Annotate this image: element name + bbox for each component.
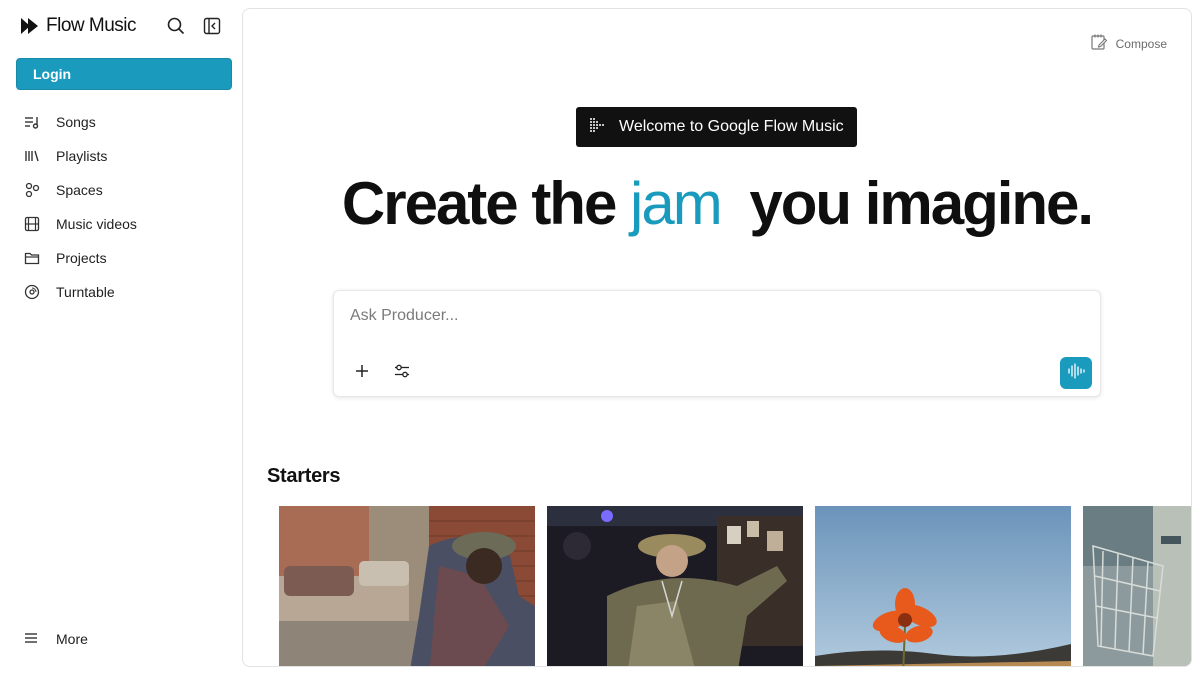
sidebar-item-projects[interactable]: Projects bbox=[24, 241, 234, 275]
sidebar-item-label: Spaces bbox=[56, 182, 103, 198]
flow-music-logo-icon bbox=[20, 17, 40, 35]
starter-card[interactable] bbox=[279, 506, 535, 666]
sidebar-item-songs[interactable]: Songs bbox=[24, 105, 234, 139]
main-panel: Compose Welcome to Google Flow Music Cre… bbox=[242, 8, 1192, 667]
producer-prompt-box bbox=[333, 290, 1101, 397]
sidebar-item-label: Projects bbox=[56, 250, 107, 266]
welcome-label: Welcome to Google Flow Music bbox=[619, 118, 844, 135]
hero-headline: Create the jam you imagine. bbox=[243, 169, 1191, 238]
spaces-icon bbox=[24, 182, 40, 198]
more-menu[interactable]: More bbox=[24, 629, 88, 649]
sidebar-item-label: Music videos bbox=[56, 216, 137, 232]
compose-button[interactable]: Compose bbox=[1090, 33, 1167, 54]
sidebar-item-playlists[interactable]: Playlists bbox=[24, 139, 234, 173]
add-attachment-button[interactable] bbox=[350, 361, 374, 385]
producer-prompt-input[interactable] bbox=[350, 307, 1050, 325]
starter-card[interactable] bbox=[1083, 506, 1191, 666]
starter-photo-cart bbox=[1083, 506, 1191, 666]
sidebar-item-spaces[interactable]: Spaces bbox=[24, 173, 234, 207]
compose-icon bbox=[1090, 33, 1108, 54]
voice-input-button[interactable] bbox=[1060, 357, 1092, 389]
sidebar-item-label: Playlists bbox=[56, 148, 108, 164]
sliders-icon bbox=[394, 363, 410, 384]
welcome-banner[interactable]: Welcome to Google Flow Music bbox=[576, 107, 857, 147]
starters-carousel bbox=[279, 506, 1191, 666]
sidebar-item-music-videos[interactable]: Music videos bbox=[24, 207, 234, 241]
plus-icon bbox=[355, 364, 369, 383]
sidebar-nav: Songs Playlists Spaces Music videos Proj… bbox=[24, 105, 234, 309]
headline-before: Create the bbox=[341, 170, 617, 237]
starter-card[interactable] bbox=[547, 506, 803, 666]
compose-label: Compose bbox=[1115, 36, 1167, 51]
playlists-icon bbox=[24, 148, 40, 164]
more-label: More bbox=[56, 631, 88, 647]
songs-icon bbox=[24, 114, 40, 130]
app-name: Flow Music bbox=[46, 15, 137, 36]
starter-photo-street bbox=[279, 506, 535, 666]
search-icon[interactable] bbox=[166, 16, 186, 36]
sidebar-item-label: Turntable bbox=[56, 284, 115, 300]
sidebar-item-turntable[interactable]: Turntable bbox=[24, 275, 234, 309]
flow-dots-icon bbox=[589, 117, 607, 138]
starter-photo-club bbox=[547, 506, 803, 666]
settings-sliders-button[interactable] bbox=[390, 361, 414, 385]
film-icon bbox=[24, 216, 40, 232]
starter-photo-flower bbox=[815, 506, 1071, 666]
sidebar: Flow Music Login Songs Playlists Spaces bbox=[0, 0, 242, 675]
menu-icon bbox=[24, 631, 38, 647]
headline-accent: jam bbox=[630, 170, 723, 237]
turntable-icon bbox=[24, 284, 40, 300]
login-button[interactable]: Login bbox=[16, 58, 232, 90]
waveform-icon bbox=[1067, 362, 1085, 384]
starters-heading: Starters bbox=[267, 465, 341, 487]
sidebar-item-label: Songs bbox=[56, 114, 96, 130]
brand[interactable]: Flow Music bbox=[20, 14, 137, 38]
folder-icon bbox=[24, 250, 40, 266]
starter-card[interactable] bbox=[815, 506, 1071, 666]
headline-after: you imagine. bbox=[749, 170, 1094, 237]
collapse-sidebar-icon[interactable] bbox=[202, 16, 222, 36]
